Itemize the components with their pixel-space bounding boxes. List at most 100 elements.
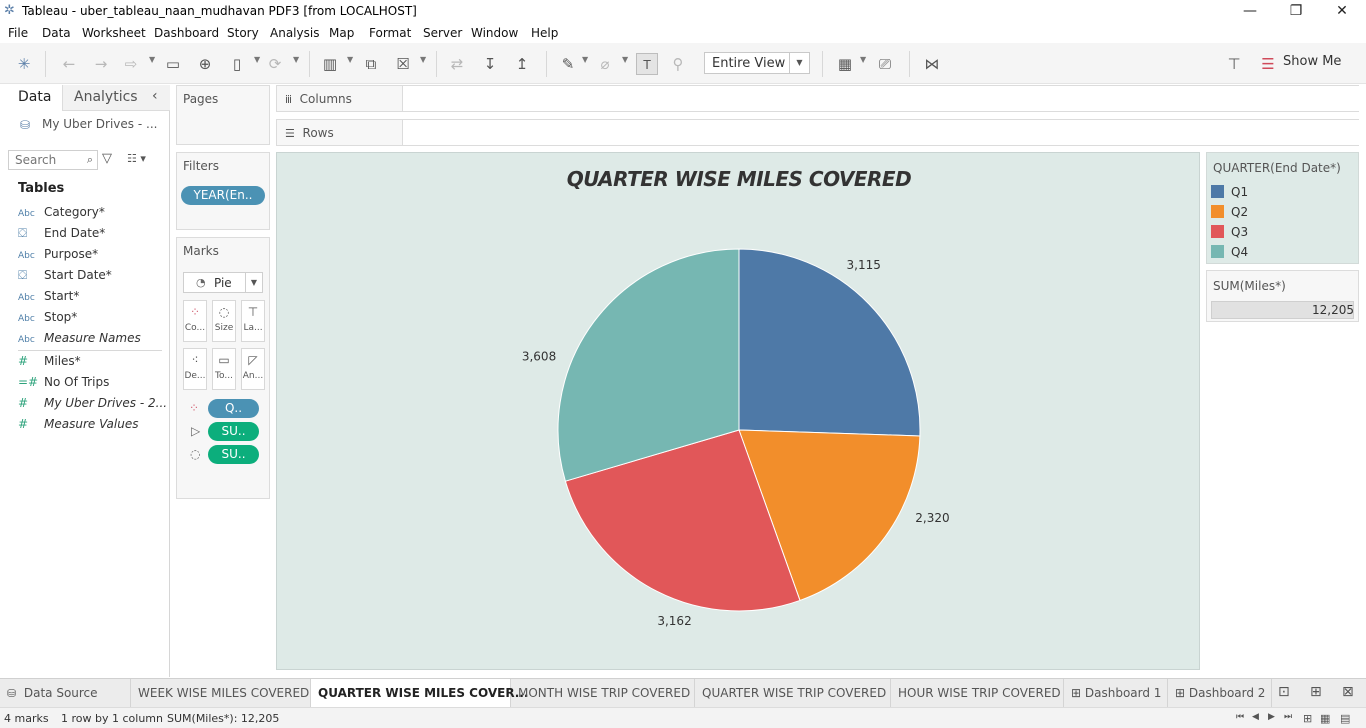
menu-help[interactable]: Help <box>531 26 558 40</box>
rows-drop-area[interactable] <box>402 120 1359 145</box>
filter-icon[interactable]: ▽ <box>102 151 112 166</box>
save-icon[interactable]: ▭ <box>162 53 184 75</box>
undo-icon[interactable]: ← <box>58 53 80 75</box>
menu-format[interactable]: Format <box>369 26 411 40</box>
filters-shelf[interactable]: Filters YEAR(En.. <box>176 152 270 230</box>
sort-ascending-icon[interactable]: ↧ <box>479 53 501 75</box>
filter-pill-year[interactable]: YEAR(En.. <box>181 186 265 205</box>
prev-sheet-icon[interactable]: ◀ <box>1252 712 1259 722</box>
sort-descending-icon[interactable]: ↥ <box>511 53 533 75</box>
refresh-icon[interactable]: ⟳ <box>264 53 286 75</box>
first-sheet-icon[interactable]: ⏮ <box>1236 712 1244 722</box>
swap-rows-columns-icon[interactable]: ⇄ <box>446 53 468 75</box>
size-legend[interactable]: SUM(Miles*) 12,205 <box>1206 270 1359 322</box>
worksheet-view[interactable]: QUARTER WISE MILES COVERED 3,115 2,320 3,1… <box>276 152 1200 670</box>
menu-file[interactable]: File <box>8 26 28 40</box>
tab-data[interactable]: Data <box>18 89 51 105</box>
field-count[interactable]: # My Uber Drives - 2... <box>18 396 167 414</box>
replay-icon[interactable]: ⇨ <box>120 53 142 75</box>
size-button[interactable]: ◌ Size <box>212 300 236 342</box>
close-button[interactable]: ✕ <box>1319 1 1365 23</box>
new-worksheet-icon[interactable]: ⊡ <box>1278 684 1290 700</box>
color-button[interactable]: ⁘ Co... <box>183 300 207 342</box>
tableau-home-icon[interactable]: ✳ <box>13 53 35 75</box>
tab-quarter-wise-trip[interactable]: QUARTER WISE TRIP COVERED <box>695 679 891 707</box>
duplicate-sheet-icon[interactable]: ⧉ <box>360 53 382 75</box>
sheet-sorter-icon[interactable]: ▦ <box>1320 712 1330 725</box>
angle-button[interactable]: ◸ An... <box>241 348 265 390</box>
field-stop[interactable]: Abc Stop* <box>18 310 77 328</box>
group-members-icon[interactable]: ⌀ <box>594 53 616 75</box>
menu-analysis[interactable]: Analysis <box>270 26 319 40</box>
pie-slice-q1[interactable] <box>738 248 921 437</box>
restore-button[interactable]: ❐ <box>1273 1 1319 23</box>
view-options-icon[interactable]: ☷ ▾ <box>127 152 146 165</box>
menu-window[interactable]: Window <box>471 26 518 40</box>
tab-hour-wise-trip[interactable]: HOUR WISE TRIP COVERED <box>891 679 1064 707</box>
field-category[interactable]: Abc Category* <box>18 205 105 223</box>
chevron-down-icon[interactable]: ▼ <box>622 55 628 64</box>
chevron-down-icon[interactable]: ▼ <box>347 55 353 64</box>
tabs-view-icon[interactable]: ▤ <box>1340 712 1350 725</box>
show-me-button[interactable]: Show Me <box>1283 54 1341 69</box>
highlight-icon[interactable]: ✎ <box>557 53 579 75</box>
legend-item-q2[interactable]: Q2 <box>1211 205 1248 221</box>
tab-dashboard-1[interactable]: ⊞ Dashboard 1 <box>1064 679 1168 707</box>
detail-button[interactable]: ⁖ De... <box>183 348 207 390</box>
search-input[interactable] <box>9 151 79 169</box>
menu-dashboard[interactable]: Dashboard <box>154 26 219 40</box>
new-story-icon[interactable]: ⊠ <box>1342 684 1354 700</box>
legend-item-q3[interactable]: Q3 <box>1211 225 1248 241</box>
field-miles[interactable]: # Miles* <box>18 354 81 372</box>
pie-chart[interactable]: 3,115 2,320 3,162 3,608 <box>277 153 1199 669</box>
chevron-down-icon[interactable]: ▼ <box>149 55 155 64</box>
clear-sheet-icon[interactable]: ☒ <box>392 53 414 75</box>
search-box[interactable]: ⌕ <box>8 150 98 170</box>
legend-item-q1[interactable]: Q1 <box>1211 185 1248 201</box>
legend-item-q4[interactable]: Q4 <box>1211 245 1248 261</box>
tab-dashboard-2[interactable]: ⊞ Dashboard 2 <box>1168 679 1272 707</box>
columns-shelf[interactable]: ⅲ Columns <box>276 85 1359 112</box>
chevron-down-icon[interactable]: ▼ <box>254 55 260 64</box>
marks-pill-size-sum[interactable]: SU.. <box>208 445 259 464</box>
marks-pill-angle-sum[interactable]: SU.. <box>208 422 259 441</box>
columns-drop-area[interactable] <box>402 86 1359 111</box>
minimize-button[interactable]: — <box>1227 1 1273 23</box>
chevron-down-icon[interactable]: ▼ <box>582 55 588 64</box>
collapse-pane-icon[interactable]: ‹ <box>152 88 158 104</box>
field-purpose[interactable]: Abc Purpose* <box>18 247 98 265</box>
pages-shelf[interactable]: Pages <box>176 85 270 145</box>
label-button[interactable]: ⊤ La... <box>241 300 265 342</box>
new-dashboard-icon[interactable]: ⊞ <box>1310 684 1322 700</box>
fix-axes-icon[interactable]: ⚲ <box>667 53 689 75</box>
rows-shelf[interactable]: ☰ Rows <box>276 119 1359 146</box>
menu-server[interactable]: Server <box>423 26 462 40</box>
chevron-down-icon[interactable]: ▼ <box>860 55 866 64</box>
menu-worksheet[interactable]: Worksheet <box>82 26 146 40</box>
new-datasource-icon[interactable]: ⊕ <box>194 53 216 75</box>
last-sheet-icon[interactable]: ⏭ <box>1284 712 1292 722</box>
color-legend[interactable]: QUARTER(End Date*) Q1 Q2 Q3 Q4 <box>1206 152 1359 264</box>
field-end-date[interactable]: ⛋ End Date* <box>18 226 105 244</box>
chevron-down-icon[interactable]: ▼ <box>420 55 426 64</box>
format-painter-icon[interactable]: ⊤ <box>1223 53 1245 75</box>
menu-map[interactable]: Map <box>329 26 354 40</box>
field-start-date[interactable]: ⛋ Start Date* <box>18 268 112 286</box>
tooltip-button[interactable]: ▭ To... <box>212 348 236 390</box>
field-measure-values[interactable]: # Measure Values <box>18 417 138 435</box>
field-measure-names[interactable]: Abc Measure Names <box>18 331 141 349</box>
datasource-name[interactable]: My Uber Drives - ... <box>42 117 157 131</box>
next-sheet-icon[interactable]: ▶ <box>1268 712 1275 722</box>
presentation-mode-icon[interactable]: ⎚ <box>874 53 896 75</box>
mark-type-dropdown[interactable]: ◔ Pie ▼ <box>183 272 263 293</box>
pause-updates-icon[interactable]: ▯ <box>226 53 248 75</box>
tab-month-wise-trip[interactable]: MONTH WISE TRIP COVERED <box>511 679 695 707</box>
filmstrip-icon[interactable]: ⊞ <box>1303 712 1312 725</box>
show-cards-icon[interactable]: ▦ <box>834 53 856 75</box>
marks-pill-quarter[interactable]: Q.. <box>208 399 259 418</box>
menu-data[interactable]: Data <box>42 26 71 40</box>
redo-icon[interactable]: → <box>90 53 112 75</box>
show-labels-icon[interactable]: T <box>636 53 658 75</box>
tab-analytics[interactable]: Analytics <box>74 89 138 105</box>
fit-dropdown[interactable]: Entire View ▼ <box>704 52 810 74</box>
